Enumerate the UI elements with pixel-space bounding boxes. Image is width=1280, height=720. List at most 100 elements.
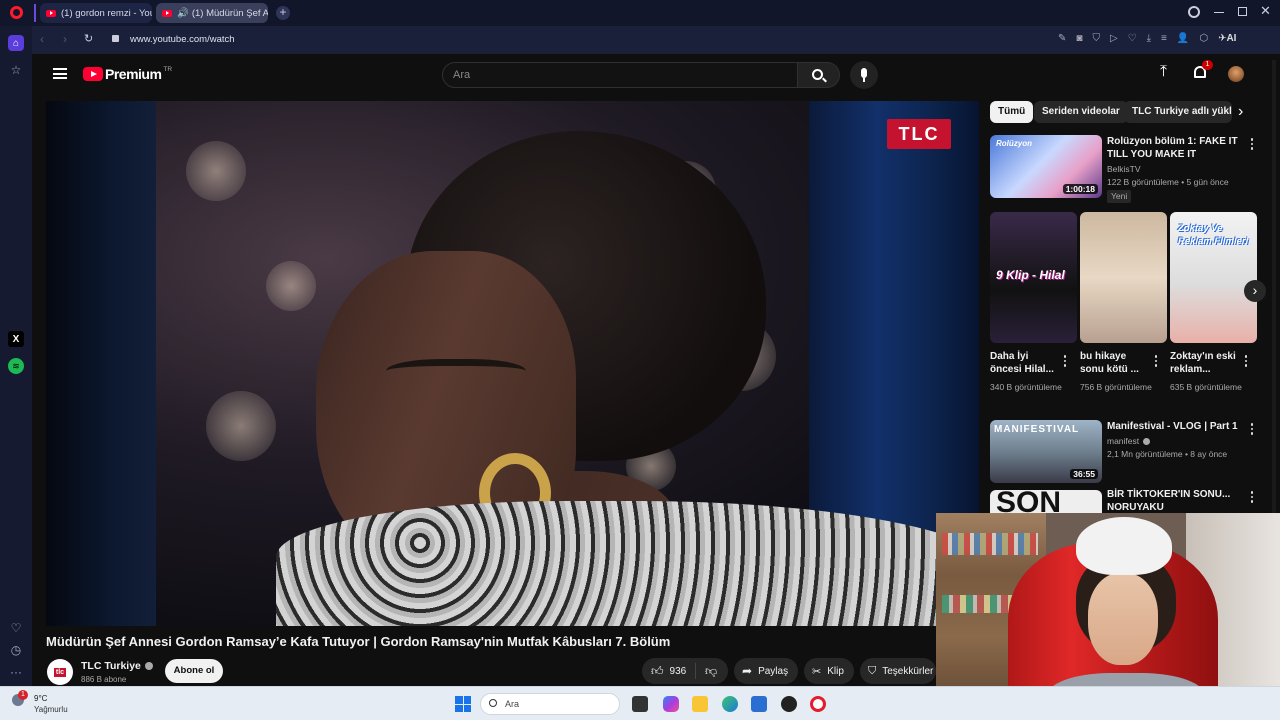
webcam-person-face [1088, 573, 1158, 665]
more-options-icon[interactable] [1250, 422, 1254, 436]
forward-icon[interactable]: › [63, 32, 67, 46]
short-title[interactable]: bu hikaye sonu kötü ... [1080, 350, 1152, 376]
channel-avatar[interactable]: tlc [47, 659, 73, 685]
share-icon: ➦ [742, 664, 753, 678]
hamburger-menu-icon[interactable] [53, 68, 67, 79]
camera-icon[interactable]: ◙ [1076, 33, 1082, 44]
share-button[interactable]: ➦ Paylaş [734, 658, 798, 684]
shield-icon[interactable]: ⛉ [1092, 33, 1100, 44]
rec-duration: 36:55 [1070, 469, 1098, 479]
more-options-icon[interactable] [1154, 354, 1158, 368]
like-count: 936 [669, 665, 687, 677]
heart-icon[interactable]: ♡ [1128, 33, 1137, 44]
youtube-logo-icon [83, 67, 103, 81]
store-icon[interactable] [751, 696, 767, 712]
rec-channel[interactable]: manifest [1107, 435, 1151, 448]
ai-label: AI [1226, 33, 1237, 44]
notifications-button[interactable]: 1 [1192, 60, 1213, 82]
tab-mudurun-sef-annesi[interactable]: 🔊 (1) Müdürün Şef Annesi [156, 3, 268, 23]
rec-thumbnail[interactable]: MANIFESTIVAL 36:55 [990, 420, 1102, 483]
rec-channel[interactable]: BelkisTV [1107, 163, 1141, 176]
channel-name[interactable]: TLC Turkiye [81, 660, 153, 672]
thumbs-up-icon: 👍︎ [651, 663, 664, 678]
youtube-premium-logo[interactable]: Premium TR [83, 66, 172, 82]
chip-all[interactable]: Tümü [990, 101, 1034, 123]
rec-title[interactable]: Manifestival - VLOG | Part 1 [1107, 420, 1247, 433]
like-button[interactable]: 👍︎ 936 [642, 663, 696, 679]
short-overlay-text: Zoktay Ve Reklam Filmleri [1178, 223, 1249, 247]
video-frame-subject [276, 501, 979, 626]
logo-country: TR [163, 66, 173, 73]
short-title[interactable]: Daha İyi öncesi Hilal... [990, 350, 1062, 376]
clip-button[interactable]: ✂ Klip [804, 658, 854, 684]
menu-icon[interactable]: ≡ [1161, 33, 1167, 44]
heart-icon[interactable]: ♡ [8, 620, 24, 636]
play-icon[interactable]: ▷ [1110, 33, 1118, 44]
rec-thumbnail[interactable]: SON [990, 490, 1102, 514]
history-icon[interactable]: ◷ [8, 642, 24, 658]
clip-label: Klip [827, 665, 844, 677]
spotify-icon[interactable]: ≋ [8, 358, 24, 374]
speaker-icon: 🔊 [177, 7, 189, 19]
short-views: 635 B görüntüleme [1170, 382, 1242, 392]
edge-icon[interactable] [722, 696, 738, 712]
ai-button[interactable]: ✈AI [1218, 33, 1236, 44]
chatgpt-icon[interactable] [781, 696, 797, 712]
account-avatar[interactable] [1228, 66, 1244, 82]
more-icon[interactable]: ··· [8, 664, 24, 680]
short-thumbnail[interactable]: 9 Klip - Hilal [990, 212, 1077, 343]
new-badge: Yeni [1107, 190, 1132, 203]
file-explorer-icon[interactable] [692, 696, 708, 712]
opera-icon[interactable] [810, 696, 826, 712]
edit-icon[interactable]: ✎ [1058, 33, 1066, 44]
upload-icon[interactable]: ⤒ [1160, 63, 1167, 81]
taskbar-search[interactable]: Ara [480, 693, 620, 715]
rec-thumbnail[interactable]: Rolüzyon 1:00:18 [990, 135, 1102, 198]
chip-uploader[interactable]: TLC Turkiye adlı yükleyiciden [1124, 101, 1232, 123]
close-window-button[interactable]: ✕ [1260, 3, 1271, 19]
chip-series[interactable]: Seriden videolar [1034, 101, 1128, 123]
short-title[interactable]: Zoktay'ın eski reklam... [1170, 350, 1242, 376]
voice-search-button[interactable] [850, 61, 878, 89]
video-title: Müdürün Şef Annesi Gordon Ramsay’e Kafa … [46, 634, 671, 649]
rec-thumbnail-text: MANIFESTIVAL [994, 424, 1080, 435]
rec-title[interactable]: BİR TİKTOKER'IN SONU... NORUYAKU [1107, 488, 1247, 514]
shorts-next-button[interactable]: › [1244, 280, 1266, 302]
extensions-icon[interactable]: ⬡ [1199, 33, 1208, 44]
subscribe-button[interactable]: Abone ol [165, 659, 223, 683]
minimize-button[interactable] [1214, 12, 1224, 13]
task-view-icon[interactable] [632, 696, 648, 712]
lock-icon [112, 35, 119, 42]
x-twitter-icon[interactable]: X [8, 331, 24, 347]
chips-next-icon[interactable]: › [1238, 103, 1243, 121]
more-options-icon[interactable] [1244, 354, 1248, 368]
new-tab-button[interactable]: + [276, 6, 290, 20]
dislike-button[interactable]: 👎︎ [696, 664, 717, 679]
short-thumbnail[interactable] [1080, 212, 1167, 343]
start-button[interactable] [455, 696, 471, 712]
more-options-icon[interactable] [1250, 490, 1254, 504]
rec-title[interactable]: Rolüzyon bölüm 1: FAKE IT TILL YOU MAKE … [1107, 135, 1247, 161]
url-field[interactable]: www.youtube.com/watch [130, 34, 235, 45]
more-options-icon[interactable] [1250, 137, 1254, 151]
search-input[interactable]: Ara [442, 62, 798, 88]
reload-icon[interactable]: ↻ [84, 32, 93, 45]
short-views: 756 B görüntüleme [1080, 382, 1152, 392]
opera-logo-icon[interactable] [10, 6, 23, 19]
download-icon[interactable]: ⤓ [1147, 33, 1151, 44]
copilot-icon[interactable] [663, 696, 679, 712]
more-options-icon[interactable] [1063, 354, 1067, 368]
profile-icon[interactable]: 👤 [1177, 33, 1189, 44]
video-player[interactable]: TLC [46, 101, 979, 626]
back-icon[interactable]: ‹ [40, 32, 44, 46]
star-icon[interactable]: ☆ [8, 62, 24, 78]
maximize-button[interactable] [1238, 7, 1247, 16]
search-button[interactable] [798, 62, 840, 88]
thanks-button[interactable]: ⛉ Teşekkürler [860, 658, 936, 684]
rec-thumbnail-text: SON [996, 490, 1062, 514]
home-icon[interactable]: ⌂ [8, 35, 24, 51]
tab-gordon-remzi[interactable]: (1) gordon remzi - YouTube [40, 3, 152, 23]
channel-name-text: TLC Turkiye [81, 660, 141, 672]
search-tabs-icon[interactable] [1188, 6, 1200, 18]
short-thumbnail[interactable]: Zoktay Ve Reklam Filmleri [1170, 212, 1257, 343]
